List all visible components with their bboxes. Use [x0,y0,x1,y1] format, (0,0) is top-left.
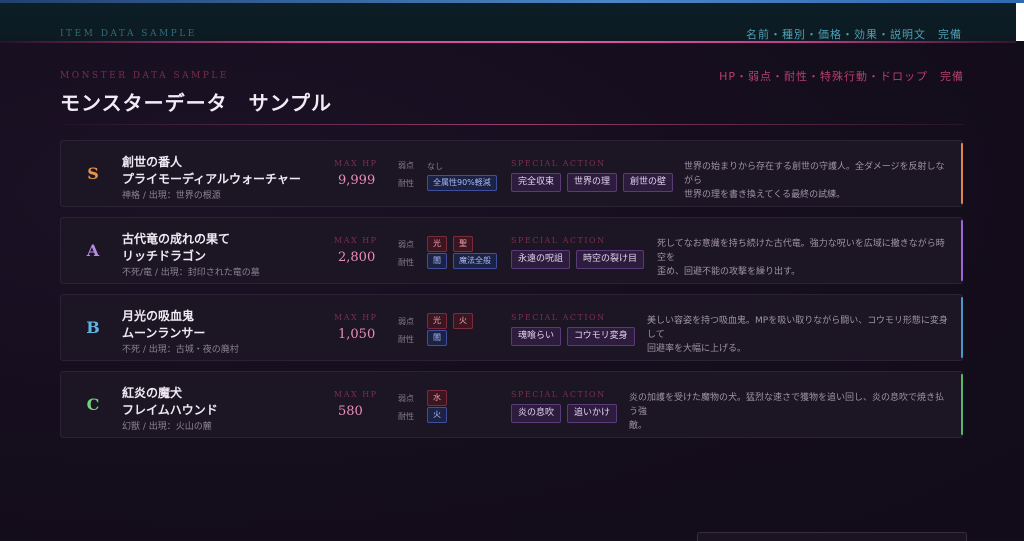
rank-accent-bar [961,220,963,281]
monster-name: 紅炎の魔犬 [122,386,183,400]
weakness-tag: 光 [427,313,447,329]
special-action-tag: 世界の理 [567,173,618,192]
title-divider [60,124,964,125]
max-hp-value: 2,800 [338,250,376,265]
partial-panel [697,532,967,541]
max-hp-value: 580 [338,404,363,419]
special-action-label: SPECIAL ACTION [511,236,606,245]
rank-accent-bar [961,143,963,204]
weakness-tags: なし [427,160,443,174]
special-action-tags: 永遠の呪詛 時空の裂け目 [511,250,645,269]
weakness-label: 弱点 [398,161,414,170]
scrollbar-gutter [1016,3,1024,41]
max-hp-label: MAX HP [334,159,378,168]
weakness-tag: 火 [453,313,473,329]
rank-badge: S [87,164,99,183]
weakness-tag: 聖 [453,236,473,252]
monster-card-c[interactable]: C 紅炎の魔犬 フレイムハウンド 幻獣 / 出現：火山の麓 MAX HP 580… [60,371,963,438]
monster-origin: 神格 / 出現：世界の根源 [122,191,221,201]
resistance-label: 耐性 [398,258,414,267]
special-action-tags: 完全収束 世界の理 創世の壁 [511,173,674,192]
monster-description: 死してなお意識を持ち続けた古代竜。強力な呪いを広域に撒きながら時空を 歪め、回避… [657,237,948,279]
description-line: 死してなお意識を持ち続けた古代竜。強力な呪いを広域に撒きながら時空を [657,239,945,263]
weakness-label: 弱点 [398,240,414,249]
monster-card-a[interactable]: A 古代竜の成れの果て リッチドラゴン 不死/竜 / 出現：封印された竜の墓 M… [60,217,963,284]
monster-name-kana: フレイムハウンド [122,403,218,417]
monster-description: 美しい容姿を持つ吸血鬼。MPを吸い取りながら闘い、コウモリ形態に変身して 回避率… [647,314,948,356]
weakness-tags: 光 聖 [427,236,473,252]
rank-badge: C [86,395,100,414]
monster-name-kana: ムーンランサー [122,326,206,340]
rank-accent-bar [961,374,963,435]
resistance-tag: 全属性90%軽減 [427,175,497,191]
weakness-label: 弱点 [398,317,414,326]
page-title: モンスターデータ サンプル [60,91,332,115]
resistance-tag: 火 [427,407,447,423]
resistance-tags: 全属性90%軽減 [427,175,497,191]
weakness-none: なし [427,162,443,171]
weakness-tag: 光 [427,236,447,252]
monster-name-kana: プライモーディアルウォーチャー [122,172,301,186]
monster-section-eyebrow: MONSTER DATA SAMPLE [60,71,229,81]
rank-badge: B [86,318,100,337]
monster-description: 世界の始まりから存在する創世の守護人。全ダメージを反射しながら 世界の理を書き換… [684,160,948,202]
max-hp-label: MAX HP [334,313,378,322]
special-action-tag: 時空の裂け目 [576,250,645,269]
special-action-label: SPECIAL ACTION [511,313,606,322]
item-section-header: ITEM DATA SAMPLE 名前・種別・価格・効果・説明文 完備 [0,3,1016,41]
resistance-tags: 闇 魔法全般 [427,253,497,269]
item-section-meta: 名前・種別・価格・効果・説明文 完備 [746,28,962,41]
monster-name: 創世の番人 [122,155,183,169]
description-line: 世界の始まりから存在する創世の守護人。全ダメージを反射しながら [684,162,945,186]
resistance-label: 耐性 [398,335,414,344]
weakness-tags: 光 火 [427,313,473,329]
special-action-tag: 完全収束 [511,173,562,192]
description-line: 世界の理を書き換えてくる最終の試練。 [684,190,846,200]
weakness-tag: 水 [427,390,447,406]
rank-accent-bar [961,297,963,358]
monster-name: 古代竜の成れの果て [122,232,231,246]
max-hp-value: 9,999 [338,173,376,188]
monster-card-b[interactable]: B 月光の吸血鬼 ムーンランサー 不死 / 出現：古城・夜の廃村 MAX HP … [60,294,963,361]
description-line: 回避率を大幅に上げる。 [647,344,747,354]
special-action-tag: 炎の息吹 [511,404,562,423]
resistance-tags: 闇 [427,330,447,346]
monster-card-s[interactable]: S 創世の番人 プライモーディアルウォーチャー 神格 / 出現：世界の根源 MA… [60,140,963,207]
resistance-tag: 魔法全般 [453,253,497,269]
max-hp-label: MAX HP [334,236,378,245]
special-action-tag: コウモリ変身 [567,327,635,346]
special-action-tags: 炎の息吹 追いかけ [511,404,618,423]
resistance-label: 耐性 [398,412,414,421]
item-section-eyebrow: ITEM DATA SAMPLE [60,29,197,39]
special-action-label: SPECIAL ACTION [511,390,606,399]
resistance-label: 耐性 [398,179,414,188]
special-action-tags: 魂喰らい コウモリ変身 [511,327,635,346]
monster-section: MONSTER DATA SAMPLE HP・弱点・耐性・特殊行動・ドロップ 完… [0,43,1024,541]
resistance-tags: 火 [427,407,447,423]
weakness-tags: 水 [427,390,447,406]
description-line: 炎の加護を受けた魔物の犬。猛烈な速さで獲物を追い回し、炎の息吹で焼き払う強 [629,393,945,417]
monster-origin: 不死 / 出現：古城・夜の廃村 [122,345,239,355]
monster-origin: 不死/竜 / 出現：封印された竜の墓 [122,268,260,278]
special-action-tag: 追いかけ [567,404,618,423]
resistance-tag: 闇 [427,253,447,269]
monster-origin: 幻獣 / 出現：火山の麓 [122,422,212,432]
description-line: 歪め、回避不能の攻撃を繰り出す。 [657,267,801,277]
description-line: 美しい容姿を持つ吸血鬼。MPを吸い取りながら闘い、コウモリ形態に変身して [647,316,948,340]
special-action-label: SPECIAL ACTION [511,159,606,168]
monster-section-meta: HP・弱点・耐性・特殊行動・ドロップ 完備 [719,70,964,83]
max-hp-value: 1,050 [338,327,376,342]
rank-badge: A [86,241,100,260]
special-action-tag: 魂喰らい [511,327,562,346]
special-action-tag: 創世の壁 [623,173,674,192]
special-action-tag: 永遠の呪詛 [511,250,571,269]
monster-description: 炎の加護を受けた魔物の犬。猛烈な速さで獲物を追い回し、炎の息吹で焼き払う強 敵。 [629,391,948,433]
description-line: 敵。 [629,421,648,431]
weakness-label: 弱点 [398,394,414,403]
resistance-tag: 闇 [427,330,447,346]
monster-name: 月光の吸血鬼 [122,309,195,323]
max-hp-label: MAX HP [334,390,378,399]
monster-name-kana: リッチドラゴン [122,249,207,263]
